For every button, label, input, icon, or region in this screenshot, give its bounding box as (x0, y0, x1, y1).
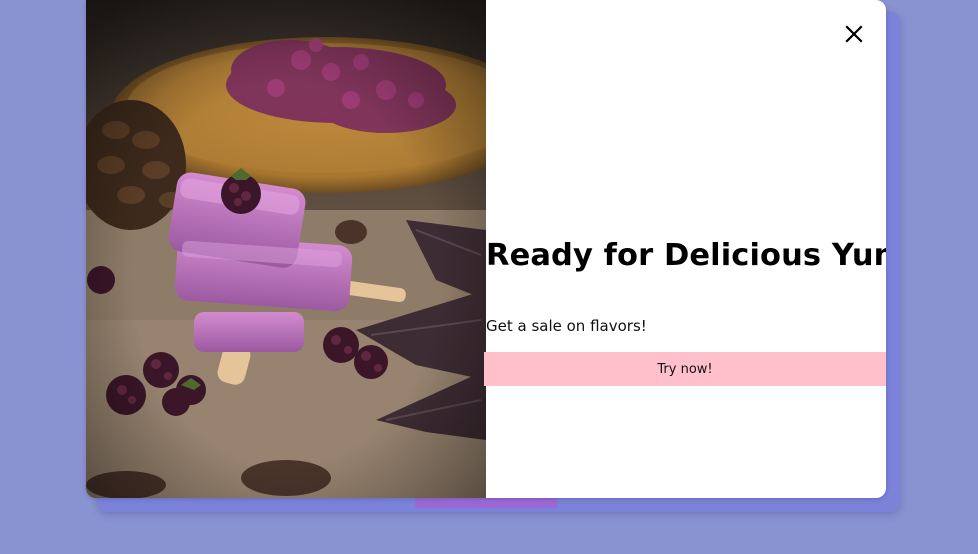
promo-modal: Ready for Delicious Yum? Get a sale on f… (86, 0, 886, 498)
popsicle-photo (86, 0, 486, 498)
try-now-button[interactable]: Try now! (484, 352, 886, 386)
promo-content: Ready for Delicious Yum? Get a sale on f… (484, 0, 886, 498)
promo-subtext: Get a sale on flavors! (486, 317, 647, 335)
promo-headline: Ready for Delicious Yum? (486, 238, 886, 273)
